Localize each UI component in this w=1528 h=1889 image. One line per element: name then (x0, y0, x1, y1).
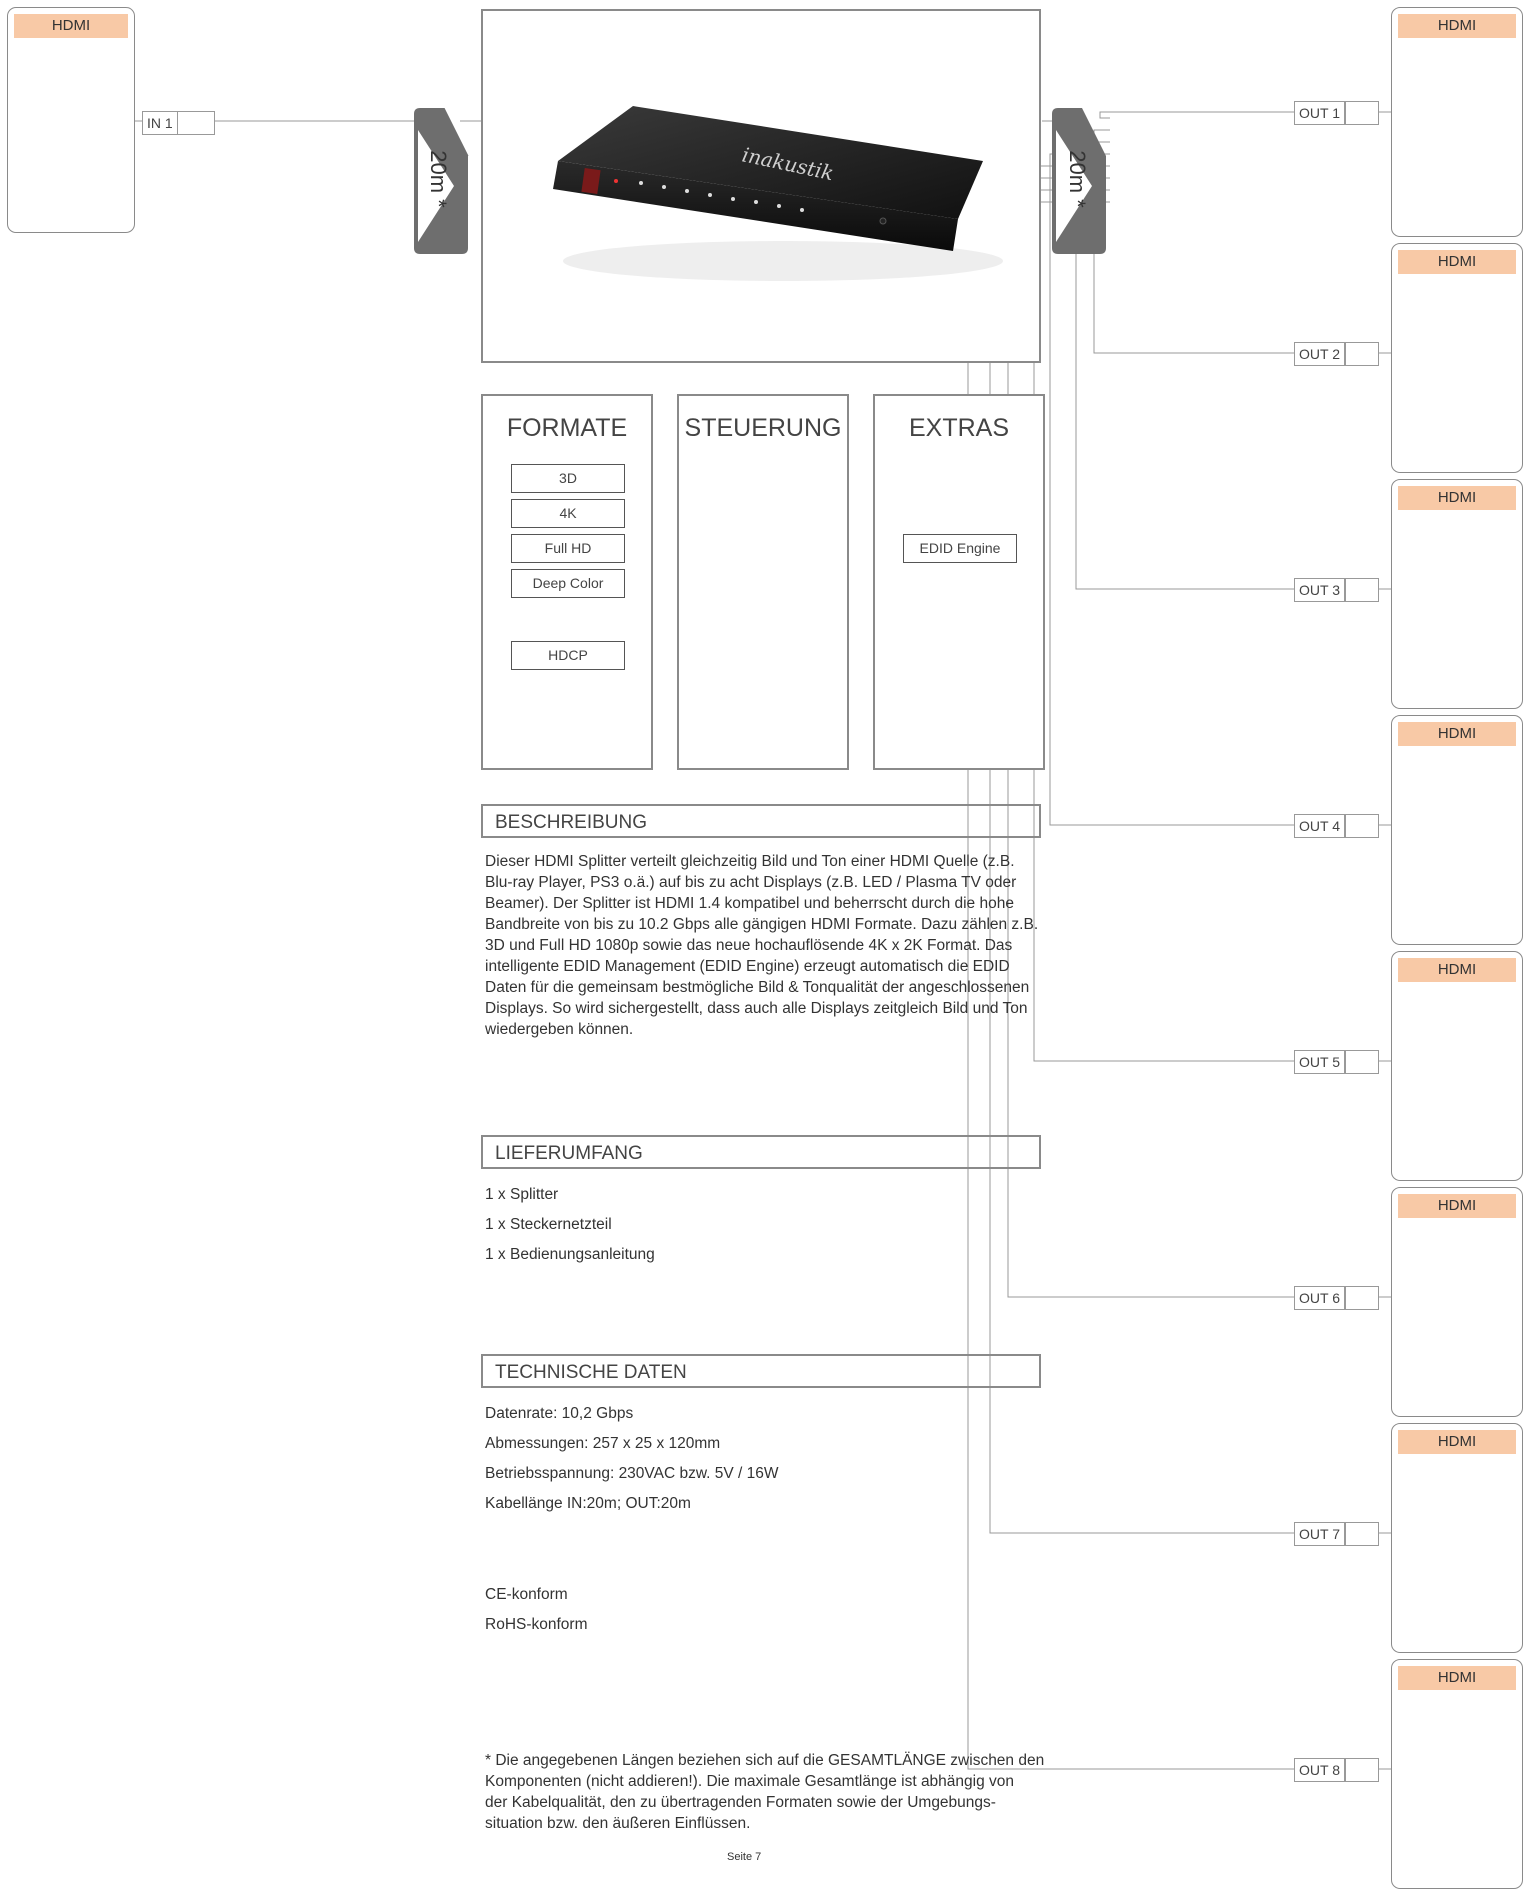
output-device-5: HDMI (1391, 951, 1523, 1181)
output-device-8: HDMI (1391, 1659, 1523, 1889)
output-port-label-2: OUT 2 (1294, 342, 1345, 366)
output-port-box-2 (1345, 342, 1379, 366)
steuerung-box: STEUERUNG (677, 394, 849, 770)
input-port-label: IN 1 (142, 111, 178, 135)
footnote-line: der Kabelqualität, den zu übertragenden … (485, 1794, 996, 1811)
hdmi-tag: HDMI (1398, 14, 1516, 38)
footnote-line: * Die angegebenen Längen beziehen sich a… (485, 1752, 1045, 1769)
formate-box: FORMATE 3D 4K Full HD Deep Color HDCP (481, 394, 653, 770)
lieferumfang-item: 1 x Bedienungsanleitung (485, 1246, 655, 1263)
output-port-label-7: OUT 7 (1294, 1522, 1345, 1546)
chip-4k: 4K (511, 499, 625, 528)
hdmi-tag: HDMI (1398, 486, 1516, 510)
output-port-box-7 (1345, 1522, 1379, 1546)
hdmi-tag: HDMI (1398, 1430, 1516, 1454)
beschreibung-heading: BESCHREIBUNG (481, 804, 1041, 838)
output-device-6: HDMI (1391, 1187, 1523, 1417)
lieferumfang-item: 1 x Steckernetzteil (485, 1216, 612, 1233)
output-port-label-5: OUT 5 (1294, 1050, 1345, 1074)
tech-item: Kabellänge IN:20m; OUT:20m (485, 1495, 691, 1512)
splitter-image: inakustik (553, 106, 1003, 281)
hdmi-tag: HDMI (1398, 1194, 1516, 1218)
output-device-4: HDMI (1391, 715, 1523, 945)
output-port-box-6 (1345, 1286, 1379, 1310)
formate-title: FORMATE (506, 414, 628, 442)
footnote-line: situation bzw. den äußeren Einflüssen. (485, 1815, 751, 1832)
extras-box: EXTRAS EDID Engine (873, 394, 1045, 770)
page-number: Seite 7 (727, 1851, 762, 1863)
technische-daten-heading: TECHNISCHE DATEN (481, 1354, 1041, 1388)
hdmi-tag: HDMI (1398, 1666, 1516, 1690)
output-port-box-5 (1345, 1050, 1379, 1074)
output-device-3: HDMI (1391, 479, 1523, 709)
output-device-7: HDMI (1391, 1423, 1523, 1653)
output-port-box-4 (1345, 814, 1379, 838)
output-port-label-8: OUT 8 (1294, 1758, 1345, 1782)
output-port-box-3 (1345, 578, 1379, 602)
hdmi-tag: HDMI (1398, 722, 1516, 746)
chip-deep-color: Deep Color (511, 569, 625, 598)
tech-item: Datenrate: 10,2 Gbps (485, 1405, 634, 1422)
hdmi-tag: HDMI (1398, 958, 1516, 982)
output-port-label-6: OUT 6 (1294, 1286, 1345, 1310)
rohs-konform: RoHS-konform (485, 1616, 588, 1633)
cable-out-label: 20m * (1065, 150, 1090, 208)
output-device-1: HDMI (1391, 7, 1523, 237)
output-port-label-4: OUT 4 (1294, 814, 1345, 838)
lieferumfang-heading: LIEFERUMFANG (481, 1135, 1041, 1169)
output-device-2: HDMI (1391, 243, 1523, 473)
tech-item: Betriebsspannung: 230VAC bzw. 5V / 16W (485, 1465, 779, 1482)
cable-in-label: 20m * (426, 150, 451, 208)
output-port-box-8 (1345, 1758, 1379, 1782)
output-port-label-1: OUT 1 (1294, 101, 1345, 125)
tech-item: Abmessungen: 257 x 25 x 120mm (485, 1435, 721, 1452)
input-port-box (177, 111, 215, 135)
chip-full-hd: Full HD (511, 534, 625, 563)
hdmi-tag: HDMI (14, 14, 128, 38)
output-port-label-3: OUT 3 (1294, 578, 1345, 602)
footnote-line: Komponenten (nicht addieren!). Die maxim… (485, 1773, 1015, 1790)
steuerung-title: STEUERUNG (684, 414, 842, 442)
chip-3d: 3D (511, 464, 625, 493)
beschreibung-text: Dieser HDMI Splitter verteilt gleichzeit… (485, 853, 1039, 1038)
extras-title: EXTRAS (908, 414, 1010, 442)
product-image-frame: inakustik (481, 9, 1041, 363)
output-port-box-1 (1345, 101, 1379, 125)
chip-edid-engine: EDID Engine (903, 534, 1017, 563)
chip-hdcp: HDCP (511, 641, 625, 670)
ce-konform: CE-konform (485, 1586, 568, 1603)
hdmi-tag: HDMI (1398, 250, 1516, 274)
lieferumfang-item: 1 x Splitter (485, 1186, 559, 1203)
input-device: HDMI (7, 7, 135, 233)
